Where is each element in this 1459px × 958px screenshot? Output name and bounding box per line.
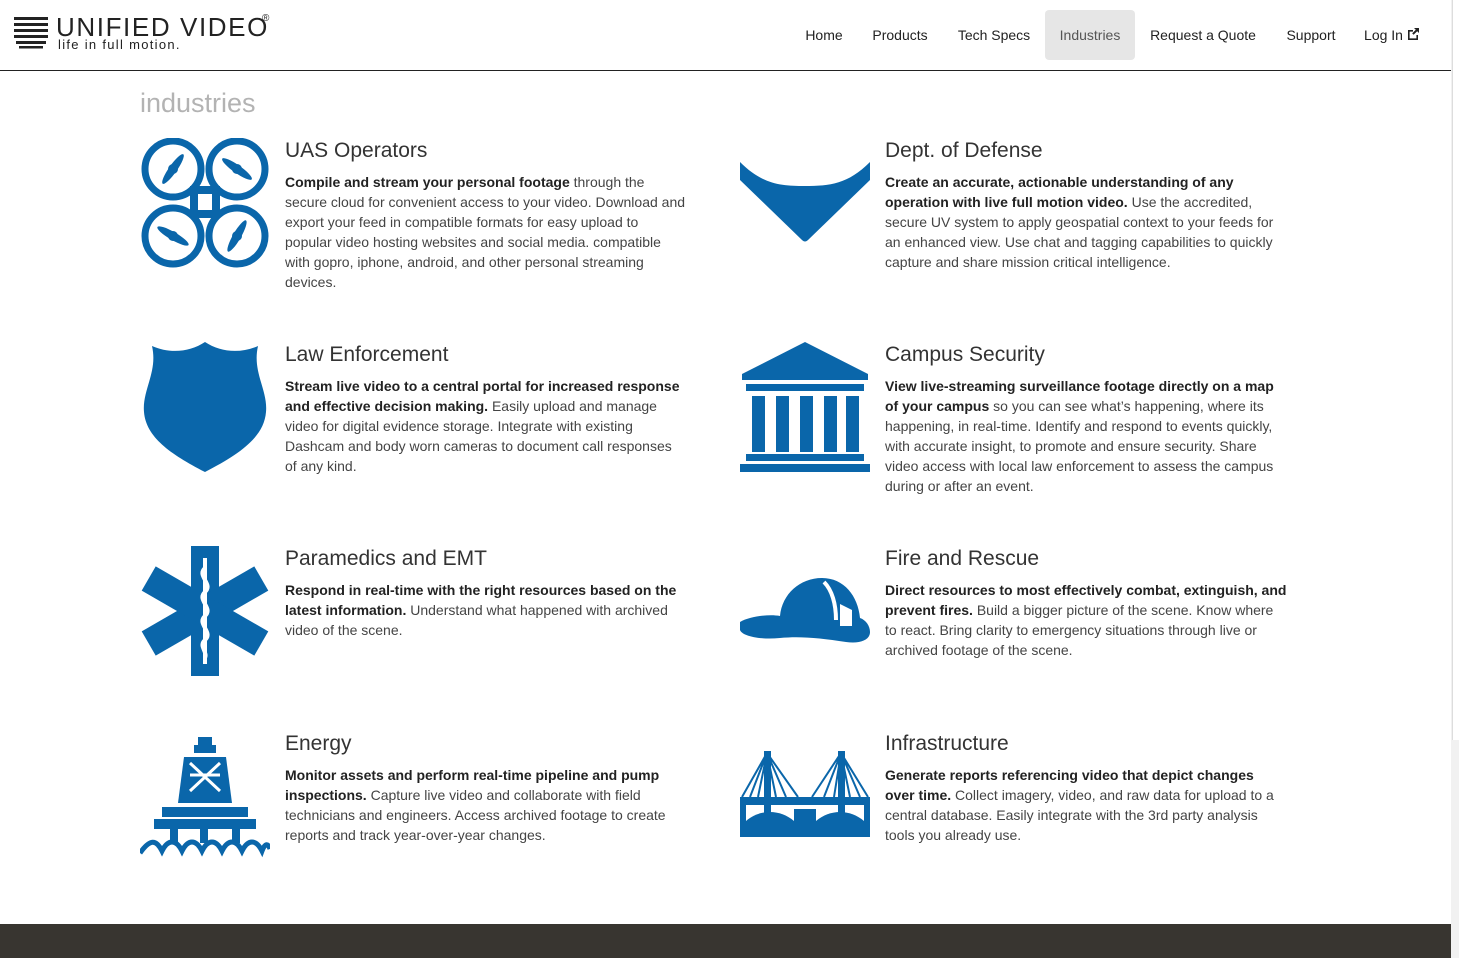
industry-text: Energy Monitor assets and perform real-t… [285, 731, 687, 845]
industry-description: View live-streaming surveillance footage… [885, 376, 1287, 496]
police-badge-icon [143, 342, 267, 472]
nav-login-label: Log In [1364, 27, 1403, 43]
nav-tech-specs[interactable]: Tech Specs [943, 10, 1045, 60]
page-scrollbar[interactable] [1451, 0, 1459, 958]
industry-description: Direct resources to most effectively com… [885, 580, 1287, 660]
industry-text: Infrastructure Generate reports referenc… [885, 731, 1287, 845]
site-header: UNIFIED VIDEO ® life in full motion. Hom… [0, 0, 1451, 71]
industry-text: Fire and Rescue Direct resources to most… [885, 546, 1287, 660]
industry-description: Compile and stream your personal footage… [285, 172, 687, 292]
registered-mark: ® [262, 13, 270, 24]
industry-description: Stream live video to a central portal fo… [285, 376, 687, 476]
nav-products[interactable]: Products [857, 10, 943, 60]
logo-stripes-icon [14, 17, 48, 49]
scrollbar-thumb[interactable] [1452, 0, 1459, 740]
industry-description: Respond in real-time with the right reso… [285, 580, 687, 640]
industry-title: Infrastructure [885, 732, 1009, 755]
brand-logo[interactable]: UNIFIED VIDEO ® life in full motion. [14, 12, 284, 58]
industry-text: Dept. of Defense Create an accurate, act… [885, 138, 1287, 272]
star-of-life-icon [141, 546, 269, 676]
industry-body: through the secure cloud for convenient … [285, 174, 686, 290]
brand-tagline: life in full motion. [58, 37, 181, 52]
oil-rig-icon [140, 737, 270, 858]
fire-helmet-icon [740, 578, 870, 643]
industry-description: Generate reports referencing video that … [885, 765, 1287, 845]
industry-title: Campus Security [885, 343, 1045, 366]
nav-login[interactable]: Log In [1351, 10, 1433, 60]
campus-building-icon [740, 342, 870, 472]
nav-request-quote[interactable]: Request a Quote [1135, 10, 1271, 60]
page-title: industries [140, 88, 256, 118]
industry-title: Dept. of Defense [885, 139, 1043, 162]
industry-text: UAS Operators Compile and stream your pe… [285, 138, 687, 292]
nav-industries[interactable]: Industries [1045, 10, 1135, 60]
chevron-insignia-icon [740, 162, 870, 242]
industry-text: Paramedics and EMT Respond in real-time … [285, 546, 687, 640]
industry-title: Law Enforcement [285, 343, 449, 366]
industry-description: Monitor assets and perform real-time pip… [285, 765, 687, 845]
industry-description: Create an accurate, actionable understan… [885, 172, 1287, 272]
industry-title: Energy [285, 732, 352, 755]
quadcopter-icon [141, 138, 269, 268]
industry-lead: Compile and stream your personal footage [285, 174, 570, 190]
industry-text: Law Enforcement Stream live video to a c… [285, 342, 687, 476]
site-footer [0, 924, 1451, 958]
industry-title: UAS Operators [285, 139, 428, 162]
bridge-icon [740, 751, 870, 837]
industry-title: Paramedics and EMT [285, 547, 487, 570]
nav-home[interactable]: Home [791, 10, 857, 60]
external-link-icon [1407, 28, 1419, 40]
industry-title: Fire and Rescue [885, 547, 1040, 570]
nav-support[interactable]: Support [1271, 10, 1351, 60]
industry-text: Campus Security View live-streaming surv… [885, 342, 1287, 496]
